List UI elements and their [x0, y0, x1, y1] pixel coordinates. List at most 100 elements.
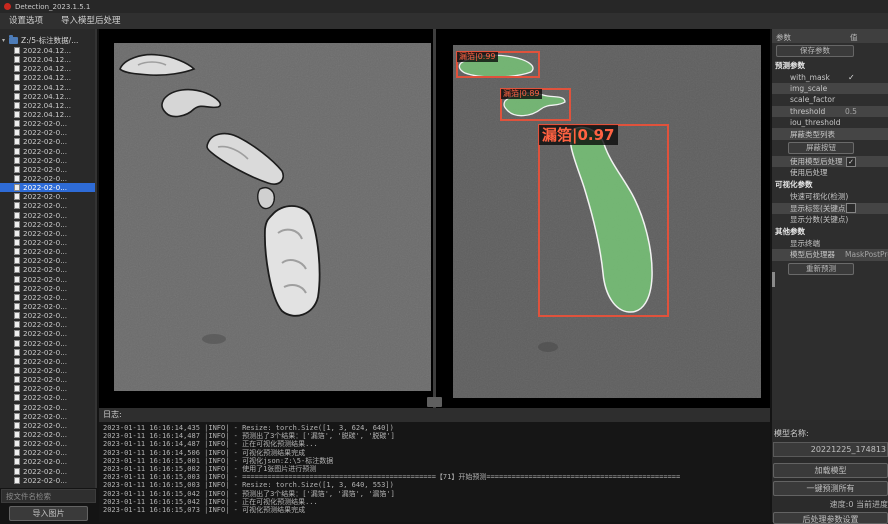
tree-file-item[interactable]: 2022-02-0...: [0, 256, 97, 265]
tree-file-item[interactable]: 2022-02-0...: [0, 430, 97, 439]
param-row[interactable]: img_scale: [772, 83, 888, 94]
tree-file-item[interactable]: 2022-02-0...: [0, 412, 97, 421]
param-row[interactable]: 使用模型后处理 ✓: [772, 156, 888, 167]
image-left-raw[interactable]: [114, 43, 431, 391]
tree-file-label: 2022-02-0...: [23, 192, 67, 201]
file-icon: [14, 330, 20, 337]
menu-item[interactable]: 设置选项: [0, 13, 52, 29]
param-row[interactable]: 屏蔽类型列表: [772, 128, 888, 139]
tree-file-item[interactable]: 2022-02-0...: [0, 247, 97, 256]
log-output[interactable]: 2023-01-11 16:16:14,435 |INFO| - Resize:…: [99, 422, 770, 522]
predict-all-button[interactable]: 一键预测所有: [773, 481, 888, 496]
tree-file-item[interactable]: 2022-02-0...: [0, 229, 97, 238]
tree-file-item[interactable]: 2022-02-0...: [0, 339, 97, 348]
menu-item[interactable]: 导入模型后处理: [52, 13, 130, 29]
tree-file-item[interactable]: 2022-02-0...: [0, 476, 97, 485]
tree-file-item[interactable]: 2022-02-0...: [0, 320, 97, 329]
viewer-splitter[interactable]: [433, 29, 436, 408]
param-row[interactable]: 重新预测: [772, 261, 888, 277]
tree-file-item[interactable]: 2022-02-0...: [0, 183, 97, 192]
tree-file-item[interactable]: 2022-02-0...: [0, 119, 97, 128]
tree-file-item[interactable]: 2022-02-0...: [0, 329, 97, 338]
parameter-scrollbar[interactable]: [772, 272, 775, 287]
tree-file-item[interactable]: 2022-02-0...: [0, 457, 97, 466]
tree-file-item[interactable]: 2022-02-0...: [0, 366, 97, 375]
detection-label: 漏箔|0.97: [539, 125, 618, 145]
tree-file-item[interactable]: 2022.04.12...: [0, 46, 97, 55]
tree-file-item[interactable]: 2022.04.12...: [0, 110, 97, 119]
model-name-field[interactable]: 20221225_174813: [773, 442, 888, 457]
tree-file-item[interactable]: 2022-02-0...: [0, 147, 97, 156]
chevron-down-icon[interactable]: ▾: [2, 37, 9, 44]
tree-file-item[interactable]: 2022-02-0...: [0, 302, 97, 311]
file-icon: [14, 312, 20, 319]
tree-file-item[interactable]: 2022.04.12...: [0, 64, 97, 73]
param-row[interactable]: 显示标签(关键点): [772, 203, 888, 214]
tree-file-item[interactable]: 2022-02-0...: [0, 421, 97, 430]
tree-file-label: 2022-02-0...: [23, 311, 67, 320]
param-row[interactable]: iou_threshold: [772, 117, 888, 128]
tree-file-item[interactable]: 2022-02-0...: [0, 284, 97, 293]
param-row[interactable]: 预测参数: [772, 59, 888, 72]
param-row[interactable]: 快速可视化(检测): [772, 191, 888, 202]
tree-file-item[interactable]: 2022-02-0...: [0, 439, 97, 448]
save-params-button[interactable]: 保存参数: [776, 45, 854, 57]
tree-file-item[interactable]: 2022.04.12...: [0, 101, 97, 110]
tree-file-item[interactable]: 2022-02-0...: [0, 128, 97, 137]
tree-file-item[interactable]: 2022-02-0...: [0, 165, 97, 174]
tree-file-item[interactable]: 2022.04.12...: [0, 55, 97, 64]
tree-file-item[interactable]: 2022-02-0...: [0, 348, 97, 357]
tree-file-item[interactable]: 2022-02-0...: [0, 220, 97, 229]
tree-file-item[interactable]: 2022-02-0...: [0, 156, 97, 165]
image-right-prediction[interactable]: 漏箔|0.99 漏箔|0.89 漏箔|0.97: [453, 45, 761, 398]
param-row[interactable]: 使用后处理: [772, 167, 888, 178]
tree-file-item[interactable]: 2022-02-0...: [0, 393, 97, 402]
tree-file-label: 2022.04.12...: [23, 55, 71, 64]
tree-file-item[interactable]: 2022-02-0...: [0, 275, 97, 284]
tree-file-label: 2022-02-0...: [23, 366, 67, 375]
param-row[interactable]: 其他参数: [772, 225, 888, 238]
tree-file-item[interactable]: 2022-02-0...: [0, 192, 97, 201]
param-checkbox[interactable]: ✓: [848, 73, 855, 82]
tree-file-label: 2022-02-0...: [23, 275, 67, 284]
tree-file-item[interactable]: 2022-02-0...: [0, 137, 97, 146]
tree-file-item[interactable]: 2022-02-0...: [0, 201, 97, 210]
tree-root-folder[interactable]: ▾ Z:/5-标注数据/...: [0, 35, 97, 46]
tree-file-item[interactable]: 2022-02-0...: [0, 384, 97, 393]
tree-file-item[interactable]: 2022.04.12...: [0, 73, 97, 82]
tree-file-item[interactable]: 2022-02-0...: [0, 357, 97, 366]
tree-file-item[interactable]: 2022-02-0...: [0, 265, 97, 274]
file-icon: [14, 230, 20, 237]
import-image-button[interactable]: 导入图片: [9, 506, 88, 521]
tree-file-item[interactable]: 2022.04.12...: [0, 92, 97, 101]
postprocess-params-button[interactable]: 后处理参数设置: [773, 512, 888, 524]
param-row[interactable]: 屏蔽按钮: [772, 140, 888, 156]
param-row[interactable]: 可视化参数: [772, 179, 888, 192]
tree-file-item[interactable]: 2022-02-0...: [0, 238, 97, 247]
search-input[interactable]: [1, 489, 96, 503]
param-row[interactable]: threshold 0.5: [772, 106, 888, 117]
viewer-splitter-handle[interactable]: [427, 397, 442, 407]
param-row[interactable]: 模型后处理器 MaskPostPro: [772, 249, 888, 260]
file-icon: [14, 413, 20, 420]
tree-file-item[interactable]: 2022-02-0...: [0, 466, 97, 475]
file-icon: [14, 93, 20, 100]
tree-file-label: 2022-02-0...: [23, 457, 67, 466]
param-row[interactable]: with_mask ✓: [772, 72, 888, 83]
param-row[interactable]: scale_factor: [772, 94, 888, 105]
tree-file-item[interactable]: 2022-02-0...: [0, 293, 97, 302]
tree-file-item[interactable]: 2022-02-0...: [0, 174, 97, 183]
load-model-button[interactable]: 加载模型: [773, 463, 888, 478]
param-value: 0.5: [845, 107, 857, 116]
param-checkbox[interactable]: ✓: [846, 157, 856, 167]
param-row[interactable]: 显示终端: [772, 238, 888, 249]
tree-file-item[interactable]: 2022.04.12...: [0, 83, 97, 92]
tree-file-item[interactable]: 2022-02-0...: [0, 402, 97, 411]
tree-scrollbar[interactable]: [95, 29, 97, 488]
tree-file-item[interactable]: 2022-02-0...: [0, 375, 97, 384]
tree-file-item[interactable]: 2022-02-0...: [0, 311, 97, 320]
tree-file-item[interactable]: 2022-02-0...: [0, 448, 97, 457]
param-checkbox[interactable]: [846, 203, 856, 213]
tree-file-item[interactable]: 2022-02-0...: [0, 211, 97, 220]
param-row[interactable]: 显示分数(关键点): [772, 214, 888, 225]
